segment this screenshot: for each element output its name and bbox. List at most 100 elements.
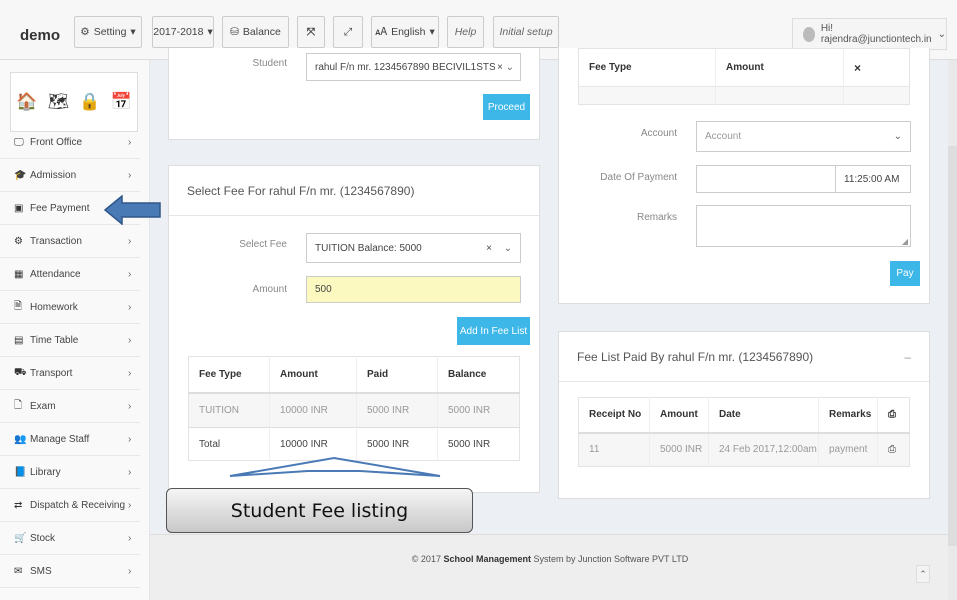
chevron-right-icon: ›: [128, 499, 132, 511]
brand-logo[interactable]: demo: [20, 27, 60, 44]
account-label: Account: [640, 128, 677, 139]
caret-down-icon: ▾: [207, 26, 213, 38]
book-icon: 📘: [14, 466, 27, 478]
add-in-fee-list-button[interactable]: Add In Fee List: [457, 317, 530, 345]
date-of-payment-label: Date Of Payment: [600, 172, 677, 183]
remarks-label: Remarks: [636, 212, 677, 223]
chevron-right-icon: ›: [128, 334, 132, 346]
print-icon[interactable]: ⎙: [878, 433, 910, 467]
initial-setup-button[interactable]: Initial setup: [493, 16, 559, 48]
calendar-icon: ▤: [14, 334, 24, 346]
table-header-row: Fee Type Amount ×: [578, 48, 910, 87]
bar-chart-icon: ▦: [14, 268, 24, 280]
chevron-right-icon: ›: [128, 466, 132, 478]
sidebar-item-label: Attendance: [30, 268, 81, 280]
proceed-button[interactable]: Proceed: [483, 94, 530, 120]
scrollbar-thumb[interactable]: [948, 146, 957, 546]
setting-dropdown[interactable]: ⚙ Setting ▾: [74, 16, 142, 48]
date-of-payment-input[interactable]: [696, 165, 836, 193]
collapse-icon[interactable]: –: [904, 350, 911, 364]
sidebar-item-transaction[interactable]: ⚙ Transaction ›: [0, 225, 140, 258]
gear-icon: ⚙: [14, 235, 23, 247]
clear-icon[interactable]: ×: [486, 243, 492, 254]
up-arrow-annotation: [229, 456, 441, 477]
table-row: 11 5000 INR 24 Feb 2017,12:00am payment …: [578, 432, 910, 467]
cart-icon: 🛒: [14, 532, 27, 544]
student-panel: Student rahul F/n mr. 1234567890 BECIVIL…: [168, 48, 540, 140]
sidebar-item-dispatch-receiving[interactable]: ⇄ Dispatch & Receiving ›: [0, 489, 140, 522]
sidebar-item-library[interactable]: 📘 Library ›: [0, 456, 140, 489]
chevron-right-icon: ›: [128, 367, 132, 379]
help-button[interactable]: Help: [447, 16, 484, 48]
chevron-down-icon: ⌄: [893, 131, 902, 142]
quick-links: 🏠 🗺 🔒 📅: [10, 72, 138, 132]
file-icon: 🗎: [14, 300, 23, 312]
pay-button[interactable]: Pay: [890, 261, 920, 286]
monitor-icon: 🖵: [14, 136, 24, 148]
sidebar-item-label: Front Office: [30, 136, 83, 148]
sidebar-item-homework[interactable]: 🗎 Homework ›: [0, 291, 140, 324]
expand-icon[interactable]: ⤢: [333, 16, 363, 48]
sidebar-item-exam[interactable]: 🗋 Exam ›: [0, 390, 140, 423]
balance-button[interactable]: ⛁ Balance: [222, 16, 289, 48]
money-icon: ▣: [14, 202, 24, 214]
sidebar-item-label: Transaction: [30, 235, 82, 247]
fee-list-paid-panel: Fee List Paid By rahul F/n mr. (12345678…: [558, 331, 930, 499]
bus-icon: ⛟: [14, 366, 27, 378]
gear-icon: ⚙: [80, 26, 90, 38]
map-icon[interactable]: 🗺: [48, 92, 70, 112]
chevron-down-icon[interactable]: ⌄: [504, 243, 512, 254]
clear-icon[interactable]: ×: [497, 62, 503, 73]
caret-down-icon: ▾: [429, 26, 435, 38]
lock-icon[interactable]: 🔒: [79, 92, 100, 112]
user-menu[interactable]: Hi! rajendra@junctiontech.in ⌄: [792, 18, 947, 50]
footer: © 2017 School Management System by Junct…: [150, 534, 957, 600]
calendar-icon[interactable]: 📅: [111, 92, 132, 112]
fee-table: Fee Type Amount Paid Balance TUITION 100…: [188, 356, 520, 461]
year-dropdown[interactable]: 2017-2018 ▾: [152, 16, 214, 48]
account-select[interactable]: Account ⌄: [696, 121, 911, 152]
remarks-textarea[interactable]: ◢: [696, 205, 911, 247]
sidebar-item-time-table[interactable]: ▤ Time Table ›: [0, 324, 140, 357]
sidebar-item-stock[interactable]: 🛒 Stock ›: [0, 522, 140, 555]
envelope-icon: ✉: [14, 565, 23, 577]
sidebar-item-label: Stock: [30, 532, 56, 544]
sidebar-item-label: Dispatch & Receiving: [30, 499, 126, 511]
select-fee-label: Select Fee: [239, 239, 287, 250]
sidebar-item-label: Exam: [30, 400, 56, 412]
print-all-icon[interactable]: ⎙: [878, 398, 910, 433]
users-icon: 👥: [14, 433, 27, 445]
sidebar-item-sms[interactable]: ✉ SMS ›: [0, 555, 140, 588]
chevron-down-icon[interactable]: ⌄: [506, 62, 514, 73]
payment-fee-table: Fee Type Amount ×: [578, 48, 910, 105]
graduation-cap-icon: 🎓: [14, 169, 27, 181]
chevron-right-icon: ›: [128, 169, 132, 181]
sidebar-item-attendance[interactable]: ▦ Attendance ›: [0, 258, 140, 291]
fullscreen-icon[interactable]: ⤧: [297, 16, 325, 48]
document-icon: 🗋: [14, 399, 23, 411]
sidebar-item-label: Transport: [30, 367, 73, 379]
sidebar-item-transport[interactable]: ⛟ Transport ›: [0, 357, 140, 390]
sidebar-item-label: Library: [30, 466, 61, 478]
translate-icon: 🗚: [375, 25, 388, 38]
sidebar-item-label: Manage Staff: [30, 433, 90, 445]
home-icon[interactable]: 🏠: [16, 92, 37, 112]
sidebar-item-front-office[interactable]: 🖵 Front Office ›: [0, 126, 140, 159]
student-label: Student: [252, 58, 287, 69]
payment-panel: Fee Type Amount × Account Account ⌄ Date…: [558, 48, 930, 304]
time-of-payment-input[interactable]: 11:25:00 AM: [835, 165, 911, 193]
pointer-arrow-annotation: [104, 195, 161, 225]
remove-all-icon[interactable]: ×: [844, 49, 910, 87]
chevron-right-icon: ›: [128, 268, 132, 280]
select-fee-dropdown[interactable]: TUITION Balance: 5000 × ⌄: [306, 233, 521, 263]
sidebar-item-admission[interactable]: 🎓 Admission ›: [0, 159, 140, 192]
chevron-down-icon: ⌄: [937, 28, 946, 40]
sidebar-item-label: Time Table: [30, 334, 79, 346]
amount-input[interactable]: 500: [306, 276, 521, 303]
scroll-top-button[interactable]: ⌃: [916, 565, 930, 583]
sidebar-item-manage-staff[interactable]: 👥 Manage Staff ›: [0, 423, 140, 456]
database-icon: ⛁: [230, 26, 239, 38]
student-select[interactable]: rahul F/n mr. 1234567890 BECIVIL1STSEM A…: [306, 53, 521, 81]
chevron-right-icon: ›: [128, 565, 132, 577]
language-dropdown[interactable]: 🗚 English ▾: [371, 16, 439, 48]
